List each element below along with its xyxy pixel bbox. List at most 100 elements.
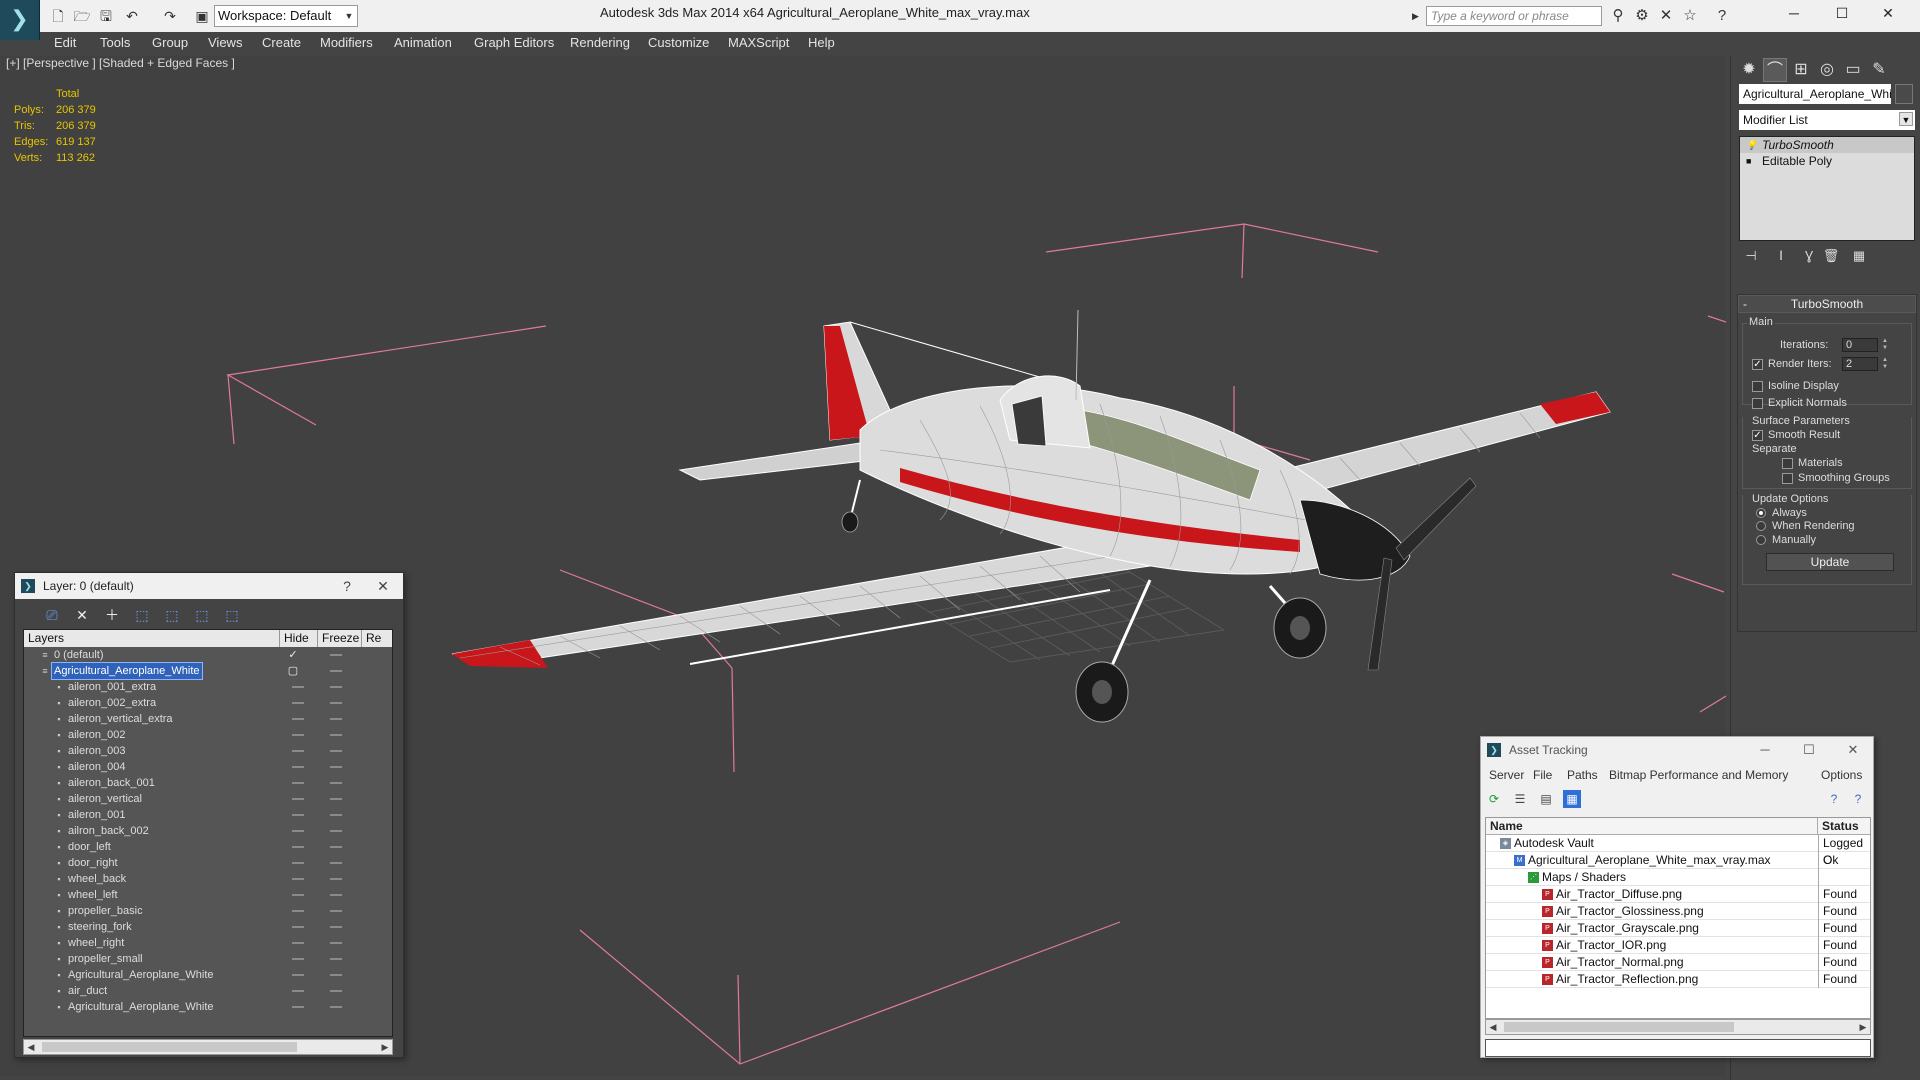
- hide-all-layers-icon[interactable]: ⬚: [191, 605, 213, 625]
- render-iters-checkbox[interactable]: ✓: [1752, 359, 1763, 370]
- close-button[interactable]: ✕: [1866, 0, 1910, 26]
- hide-toggle[interactable]: [292, 782, 304, 784]
- new-file-icon[interactable]: 🗋: [48, 6, 68, 26]
- save-file-icon[interactable]: 🖫: [96, 6, 116, 26]
- always-radio[interactable]: [1756, 508, 1766, 518]
- menu-options[interactable]: Options: [1821, 765, 1862, 785]
- layer-grid[interactable]: Layers Hide Freeze Re ≡ 0 (default) ✓ ≡ Agri…: [23, 629, 393, 1037]
- asset-row[interactable]: P Air_Tractor_Grayscale.png Found: [1486, 920, 1870, 937]
- asset-row[interactable]: P Air_Tractor_Diffuse.png Found: [1486, 886, 1870, 903]
- freeze-toggle[interactable]: [330, 878, 342, 880]
- render-iters-spinner[interactable]: 2: [1842, 357, 1878, 371]
- explicit-normals-checkbox[interactable]: [1752, 398, 1763, 409]
- select-objects-icon[interactable]: ⬚: [131, 605, 153, 625]
- hide-toggle[interactable]: [292, 1006, 304, 1008]
- when-rendering-radio[interactable]: [1756, 521, 1766, 531]
- menu-rendering[interactable]: Rendering: [570, 32, 630, 54]
- hide-toggle[interactable]: [292, 862, 304, 864]
- asset-row[interactable]: ⋰ Maps / Shaders: [1486, 869, 1870, 886]
- hide-toggle[interactable]: [292, 942, 304, 944]
- freeze-toggle[interactable]: [330, 654, 342, 656]
- asset-row[interactable]: P Air_Tractor_IOR.png Found: [1486, 937, 1870, 954]
- hide-toggle[interactable]: [292, 718, 304, 720]
- asset-row[interactable]: ◈ Autodesk Vault Logged O: [1486, 835, 1870, 867]
- asset-row[interactable]: P Air_Tractor_Reflection.png Found: [1486, 971, 1870, 988]
- undo-icon[interactable]: ↶: [122, 6, 142, 26]
- freeze-toggle[interactable]: [330, 942, 342, 944]
- set-current-icon[interactable]: ▢: [286, 663, 300, 679]
- freeze-toggle[interactable]: [330, 798, 342, 800]
- subscription-icon[interactable]: ⚙: [1632, 6, 1652, 26]
- menu-bitmap-performance[interactable]: Bitmap Performance and Memory: [1609, 765, 1788, 785]
- materials-checkbox[interactable]: [1782, 458, 1793, 469]
- layer-window-titlebar[interactable]: ❯ Layer: 0 (default) ? ✕: [15, 573, 403, 599]
- help-button[interactable]: ?: [333, 573, 361, 599]
- menu-customize[interactable]: Customize: [648, 32, 709, 54]
- viewport-label[interactable]: [+] [Perspective ] [Shaded + Edged Faces…: [6, 56, 235, 70]
- menu-edit[interactable]: Edit: [54, 32, 76, 54]
- delete-layer-icon[interactable]: ✕: [71, 605, 93, 625]
- redo-icon[interactable]: ↷: [160, 6, 180, 26]
- scroll-left-icon[interactable]: ◀: [1486, 1020, 1500, 1034]
- hide-toggle[interactable]: [292, 814, 304, 816]
- spinner-arrows-icon[interactable]: ▲ ▼: [1880, 338, 1890, 352]
- hierarchy-tab-icon[interactable]: ⊞: [1789, 58, 1813, 82]
- manually-radio[interactable]: [1756, 535, 1766, 545]
- utilities-tab-icon[interactable]: ✎: [1867, 58, 1891, 82]
- highlight-layer-icon[interactable]: ⬚: [161, 605, 183, 625]
- menu-group[interactable]: Group: [152, 32, 188, 54]
- search-expand-icon[interactable]: ▶: [1412, 8, 1424, 24]
- layer-row[interactable]: ▪ steering_fork: [24, 919, 392, 935]
- layer-row[interactable]: ▪ wheel_left: [24, 887, 392, 903]
- freeze-toggle[interactable]: [330, 750, 342, 752]
- horizontal-scrollbar[interactable]: ◀ ▶: [1485, 1019, 1871, 1035]
- add-to-layer-icon[interactable]: ＋: [101, 605, 123, 625]
- create-tab-icon[interactable]: ✹: [1737, 58, 1761, 82]
- freeze-toggle[interactable]: [330, 958, 342, 960]
- freeze-toggle[interactable]: [330, 702, 342, 704]
- pin-stack-icon[interactable]: ⊣: [1741, 246, 1761, 266]
- new-layer-icon[interactable]: ⎚: [41, 605, 63, 625]
- layer-row[interactable]: ▪ aileron_002: [24, 727, 392, 743]
- hide-toggle[interactable]: [292, 734, 304, 736]
- hide-toggle[interactable]: [292, 926, 304, 928]
- layer-row[interactable]: ▪ aileron_002_extra: [24, 695, 392, 711]
- freeze-toggle[interactable]: [330, 910, 342, 912]
- minimize-button[interactable]: ─: [1772, 0, 1816, 26]
- menu-server[interactable]: Server: [1489, 765, 1524, 785]
- expand-icon[interactable]: ■: [1746, 156, 1756, 166]
- close-button[interactable]: ✕: [1831, 737, 1875, 763]
- isoline-checkbox[interactable]: [1752, 381, 1763, 392]
- hide-toggle[interactable]: [292, 798, 304, 800]
- display-tab-icon[interactable]: ▭: [1841, 58, 1865, 82]
- app-logo-icon[interactable]: ❯: [0, 0, 40, 40]
- scrollbar-thumb[interactable]: [1504, 1022, 1734, 1032]
- asset-path-field[interactable]: [1485, 1039, 1871, 1057]
- maximize-button[interactable]: ☐: [1820, 0, 1864, 26]
- iterations-spinner[interactable]: 0: [1842, 338, 1878, 352]
- freeze-toggle[interactable]: [330, 734, 342, 736]
- chevron-down-icon[interactable]: ▼: [342, 6, 356, 26]
- hide-toggle[interactable]: [292, 958, 304, 960]
- column-layers[interactable]: Layers: [24, 630, 280, 647]
- binoculars-icon[interactable]: ⚲: [1608, 6, 1628, 26]
- scrollbar-thumb[interactable]: [42, 1042, 297, 1052]
- freeze-toggle[interactable]: [330, 974, 342, 976]
- layer-row[interactable]: ▪ propeller_basic: [24, 903, 392, 919]
- hide-toggle[interactable]: [292, 910, 304, 912]
- freeze-toggle[interactable]: [330, 862, 342, 864]
- layer-row[interactable]: ▪ Agricultural_Aeroplane_White: [24, 967, 392, 983]
- layer-row[interactable]: ▪ wheel_back: [24, 871, 392, 887]
- smooth-result-checkbox[interactable]: ✓: [1752, 430, 1763, 441]
- freeze-toggle[interactable]: [330, 718, 342, 720]
- freeze-all-layers-icon[interactable]: ⬚: [221, 605, 243, 625]
- scroll-right-icon[interactable]: ▶: [1856, 1020, 1870, 1034]
- lightbulb-icon[interactable]: 💡: [1746, 140, 1757, 150]
- freeze-toggle[interactable]: [330, 894, 342, 896]
- scroll-right-icon[interactable]: ▶: [378, 1040, 392, 1054]
- hide-toggle[interactable]: [292, 846, 304, 848]
- hide-toggle[interactable]: [292, 894, 304, 896]
- minimize-button[interactable]: ─: [1743, 737, 1787, 763]
- layer-row[interactable]: ▪ aileron_vertical_extra: [24, 711, 392, 727]
- list-view-icon[interactable]: ☰: [1511, 790, 1529, 808]
